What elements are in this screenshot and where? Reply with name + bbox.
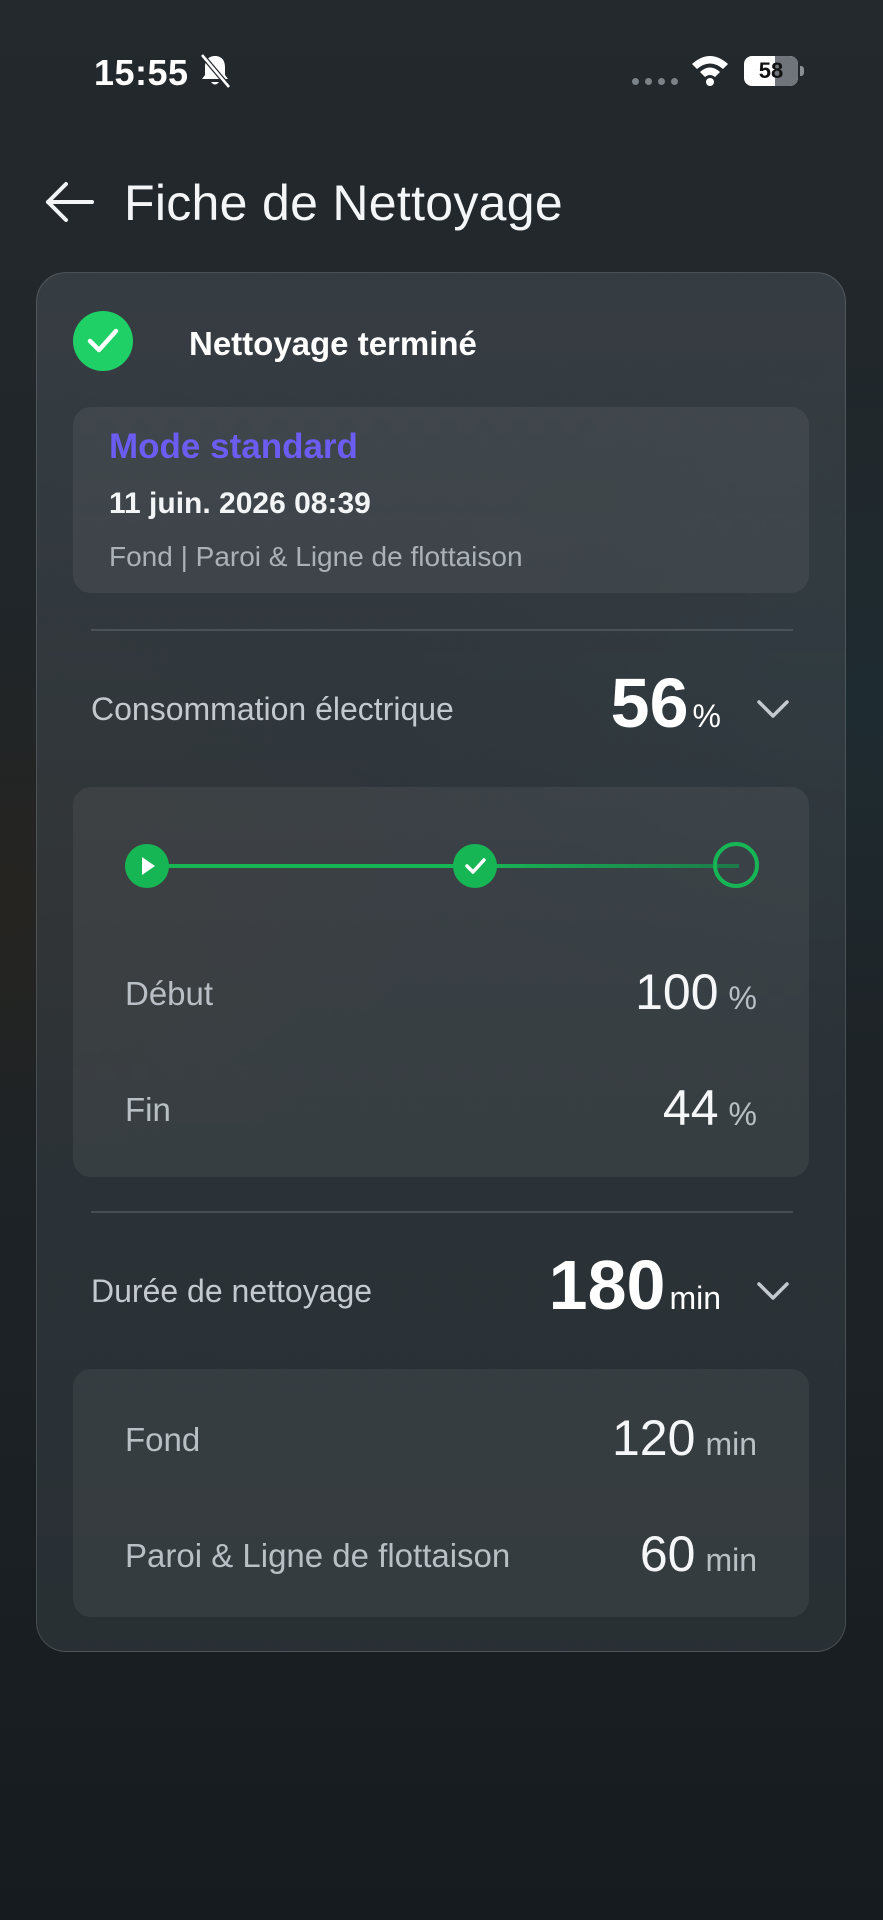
power-consumption-row[interactable]: Consommation électrique 56% [91, 663, 793, 753]
battery-icon: 58 [744, 56, 806, 86]
power-end-row: Fin 44% [125, 1079, 757, 1139]
duration-item-value: 60 min [639, 1526, 757, 1582]
status-bar: 15:55 58 [0, 0, 883, 140]
power-value: 56% [610, 664, 721, 742]
divider [91, 629, 793, 631]
battery-progress-track [123, 841, 759, 891]
status-time: 15:55 [94, 52, 189, 93]
power-details: Début 100% Fin 44% [73, 787, 809, 1177]
power-end-value: 44% [662, 1080, 757, 1136]
page-title: Fiche de Nettoyage [124, 175, 563, 231]
duration-label: Durée de nettoyage [91, 1273, 373, 1309]
power-start-label: Début [125, 975, 214, 1012]
power-start-value: 100% [635, 964, 757, 1020]
play-icon [125, 844, 169, 888]
chevron-down-icon[interactable] [753, 1275, 793, 1305]
divider [91, 1211, 793, 1213]
mode-name: Mode standard [109, 427, 358, 466]
power-end-label: Fin [125, 1091, 171, 1128]
arrow-left-icon[interactable] [42, 178, 96, 226]
circle-icon [713, 842, 759, 888]
signal-dots-icon [632, 78, 678, 85]
check-icon [453, 844, 497, 888]
mode-zones: Fond | Paroi & Ligne de flottaison [109, 541, 523, 572]
duration-item-label: Paroi & Ligne de flottaison [125, 1537, 511, 1574]
cleaning-duration-row[interactable]: Durée de nettoyage 180 min [91, 1245, 793, 1335]
bell-off-icon [200, 53, 231, 89]
page-header: Fiche de Nettoyage [0, 160, 883, 244]
wifi-icon [692, 56, 728, 86]
duration-item-row: Paroi & Ligne de flottaison 60 min [125, 1525, 757, 1585]
power-label: Consommation électrique [91, 691, 454, 727]
battery-level: 58 [758, 58, 784, 83]
cleaning-record-card: Nettoyage terminé Mode standard 11 juin.… [36, 272, 846, 1652]
mode-datetime: 11 juin. 2026 08:39 [109, 487, 371, 520]
duration-item-label: Fond [125, 1421, 201, 1458]
chevron-down-icon[interactable] [753, 693, 793, 723]
duration-item-value: 120 min [612, 1410, 757, 1466]
power-start-row: Début 100% [125, 963, 757, 1023]
status-label: Nettoyage terminé [189, 325, 477, 362]
duration-details: Fond 120 min Paroi & Ligne de flottaison … [73, 1369, 809, 1617]
check-circle-icon [73, 311, 133, 371]
duration-item-row: Fond 120 min [125, 1409, 757, 1469]
mode-info: Mode standard 11 juin. 2026 08:39 Fond |… [73, 407, 809, 593]
duration-value: 180 min [548, 1246, 721, 1324]
